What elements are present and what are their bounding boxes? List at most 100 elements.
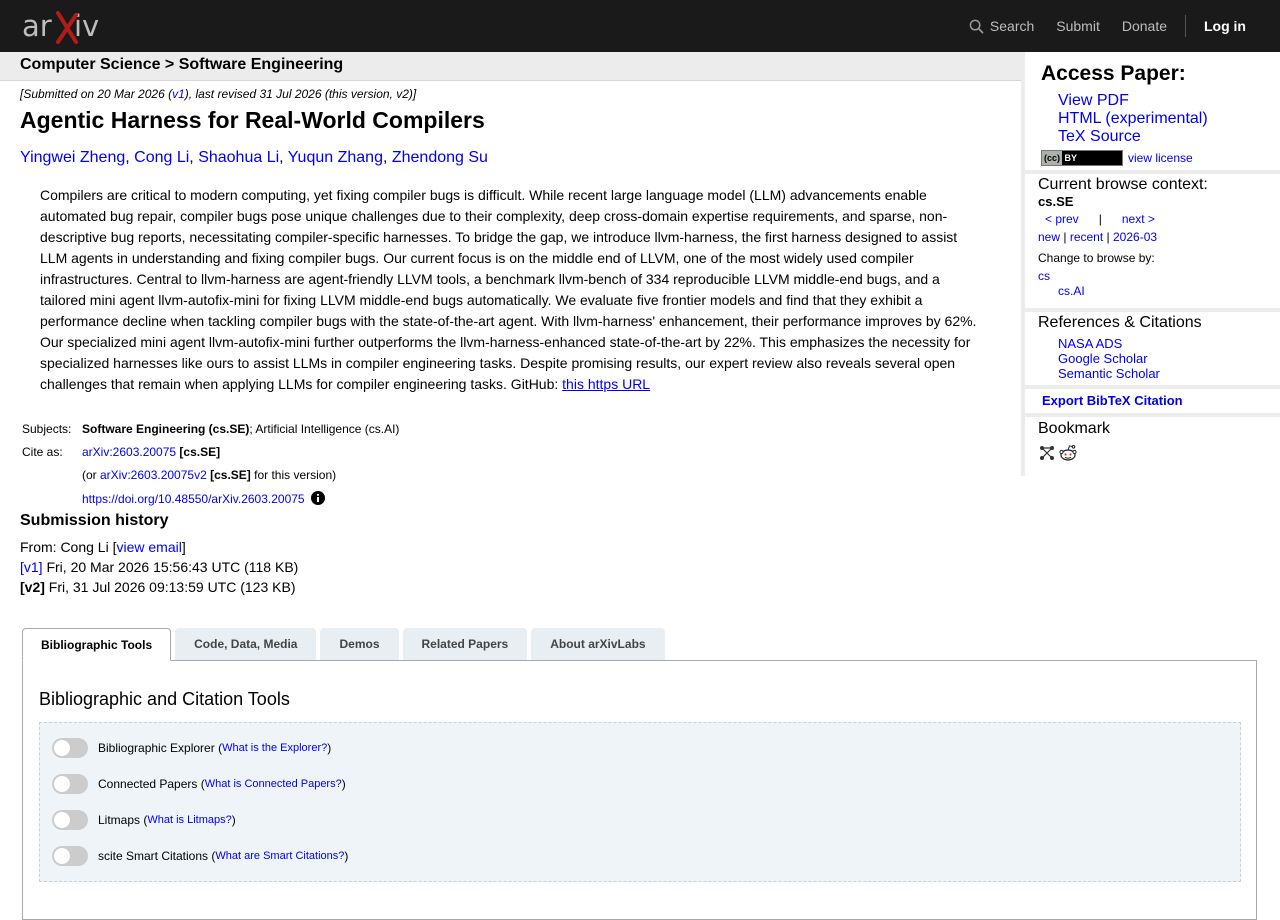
dateline-text: [Submitted on 20 Mar 2026 ( — [20, 87, 173, 101]
doi-link[interactable]: https://doi.org/10.48550/arXiv.2603.2007… — [82, 492, 305, 506]
html-link[interactable]: HTML (experimental) — [1058, 110, 1208, 127]
svg-text:ar: ar — [22, 9, 52, 43]
paper-title: Agentic Harness for Real-World Compilers — [20, 107, 485, 133]
v2-date: Fri, 31 Jul 2026 09:13:59 UTC (123 KB) — [44, 579, 296, 595]
subjects-value: Software Engineering (cs.SE); Artificial… — [80, 419, 401, 442]
browse-context-box: Current browse context: cs.SE < prev | n… — [1025, 174, 1280, 308]
semantic-scholar-link[interactable]: Semantic Scholar — [1058, 366, 1160, 381]
from-text: From: Cong Li [ — [20, 539, 117, 555]
recent-link[interactable]: recent — [1070, 230, 1103, 244]
bookmark-icons — [1038, 444, 1078, 462]
dateline-text-end: ), last revised 31 Jul 2026 (this versio… — [184, 87, 417, 101]
cite-label: Cite as: — [22, 445, 63, 459]
pipe-sep: | — [1106, 230, 1110, 244]
google-scholar-link[interactable]: Google Scholar — [1058, 351, 1148, 366]
cite-version: (or arXiv:2603.20075v2 [cs.SE] for this … — [80, 465, 401, 488]
search-label: Search — [989, 18, 1035, 34]
top-header: ar iv Search Submit Donate Log in — [0, 0, 1280, 52]
tab-code-data-media[interactable]: Code, Data, Media — [175, 628, 317, 660]
panel-heading: Bibliographic and Citation Tools — [39, 689, 290, 709]
tool-row: scite Smart Citations (What are Smart Ci… — [52, 846, 348, 866]
author-sep: , — [382, 149, 392, 166]
references-box: References & Citations NASA ADS Google S… — [1025, 312, 1280, 385]
doi-value: https://doi.org/10.48550/arXiv.2603.2007… — [80, 488, 401, 511]
tool-name: Bibliographic Explorer — [98, 741, 215, 755]
cite-id-link[interactable]: arXiv:2603.20075 — [82, 445, 176, 459]
tab-related-papers[interactable]: Related Papers — [402, 628, 528, 660]
litmaps-toggle[interactable] — [52, 810, 88, 830]
submit-link[interactable]: Submit — [1056, 18, 1100, 34]
prev-next: < prev | next > — [1045, 212, 1155, 226]
author-link[interactable]: Zhendong Su — [392, 149, 488, 166]
access-heading: Access Paper: — [1041, 62, 1186, 85]
cc-by-icon[interactable]: (cc) BY — [1041, 150, 1123, 166]
view-email-link[interactable]: view email — [116, 539, 181, 555]
what-is-link[interactable]: What are Smart Citations? — [215, 850, 344, 862]
author-link[interactable]: Shaohua Li — [198, 149, 279, 166]
connected-papers-toggle[interactable] — [52, 774, 88, 794]
donate-link[interactable]: Donate — [1122, 18, 1167, 34]
view-pdf-link[interactable]: View PDF — [1058, 92, 1129, 109]
tex-source-link[interactable]: TeX Source — [1058, 128, 1141, 145]
login-link[interactable]: Log in — [1204, 18, 1246, 34]
new-recent-month: new | recent | 2026-03 — [1038, 230, 1157, 244]
reddit-icon[interactable] — [1058, 444, 1078, 462]
tool-row: Connected Papers (What is Connected Pape… — [52, 774, 346, 794]
license: (cc) BY view license — [1041, 150, 1193, 166]
refs-links: NASA ADS Google Scholar Semantic Scholar — [1058, 336, 1160, 381]
tab-about-arxivlabs[interactable]: About arXivLabs — [531, 628, 665, 660]
scite-toggle[interactable] — [52, 846, 88, 866]
cite-version-pre: (or — [82, 468, 100, 482]
tab-bibliographic-tools[interactable]: Bibliographic Tools — [22, 628, 172, 661]
month-link[interactable]: 2026-03 — [1113, 230, 1157, 244]
access-paper-box: Access Paper: View PDF HTML (experimenta… — [1025, 52, 1280, 170]
top-nav: Search Submit Donate Log in — [947, 0, 1246, 52]
v1-date: Fri, 20 Mar 2026 15:56:43 UTC (118 KB) — [42, 559, 299, 575]
author-link[interactable]: Cong Li — [134, 149, 189, 166]
dateline-v1-link[interactable]: v1 — [172, 87, 185, 101]
bibsonomy-icon[interactable] — [1038, 444, 1056, 462]
what-is-link[interactable]: What is Litmaps? — [147, 814, 231, 826]
empty-cell — [20, 465, 80, 488]
abstract: Compilers are critical to modern computi… — [40, 185, 980, 395]
info-icon[interactable] — [310, 491, 325, 505]
bibliographic-explorer-toggle[interactable] — [52, 738, 88, 758]
v1-link[interactable]: [v1] — [20, 559, 43, 575]
new-link[interactable]: new — [1038, 230, 1060, 244]
view-license-link[interactable]: view license — [1128, 151, 1193, 165]
access-links: View PDF HTML (experimental) TeX Source — [1058, 92, 1208, 146]
cite-version-tag: [cs.SE] — [210, 468, 251, 482]
next-link[interactable]: next > — [1122, 212, 1155, 226]
submission-dateline: [Submitted on 20 Mar 2026 (v1), last rev… — [20, 87, 416, 101]
what-is-link[interactable]: What is Connected Papers? — [205, 778, 342, 790]
submission-history-heading: Submission history — [20, 512, 169, 529]
tool-name: scite Smart Citations — [98, 849, 209, 863]
export-bibtex-link[interactable]: Export BibTeX Citation — [1042, 393, 1183, 408]
tools-box: Bibliographic Explorer (What is the Expl… — [39, 722, 1241, 882]
search-link[interactable]: Search — [969, 18, 1034, 34]
tool-row: Litmaps (What is Litmaps?) — [52, 810, 236, 830]
tool-row: Bibliographic Explorer (What is the Expl… — [52, 738, 331, 758]
by-mark: BY — [1064, 153, 1078, 163]
author-link[interactable]: Yuqun Zhang — [288, 149, 383, 166]
browse-cs-ai-link[interactable]: cs.AI — [1058, 284, 1085, 298]
what-is-link[interactable]: What is the Explorer? — [222, 742, 327, 754]
tab-panel: Bibliographic and Citation Tools Bibliog… — [22, 660, 1257, 920]
labs-tabs: Bibliographic Tools Code, Data, Media De… — [22, 628, 669, 661]
nasa-ads-link[interactable]: NASA ADS — [1058, 336, 1122, 351]
bookmark-heading: Bookmark — [1038, 420, 1111, 437]
breadcrumb[interactable]: Computer Science > Software Engineering — [20, 56, 343, 74]
tab-demos[interactable]: Demos — [320, 628, 399, 660]
prev-link[interactable]: < prev — [1045, 212, 1079, 226]
cite-value: arXiv:2603.20075 [cs.SE] — [80, 442, 401, 465]
subjects-label: Subjects: — [22, 422, 72, 436]
browse-cs-link[interactable]: cs — [1038, 269, 1050, 283]
abstract-text: Compilers are critical to modern computi… — [40, 187, 977, 392]
github-url-link[interactable]: this https URL — [562, 376, 650, 392]
arxiv-logo[interactable]: ar iv — [22, 9, 114, 45]
author-link[interactable]: Yingwei Zheng — [20, 149, 125, 166]
cite-version-link[interactable]: arXiv:2603.20075v2 — [100, 468, 207, 482]
breadcrumb-bar: Computer Science > Software Engineering — [0, 52, 1021, 81]
metadata-table: Subjects: Software Engineering (cs.SE); … — [20, 419, 401, 511]
submission-history: From: Cong Li [view email] [v1] Fri, 20 … — [20, 537, 298, 597]
